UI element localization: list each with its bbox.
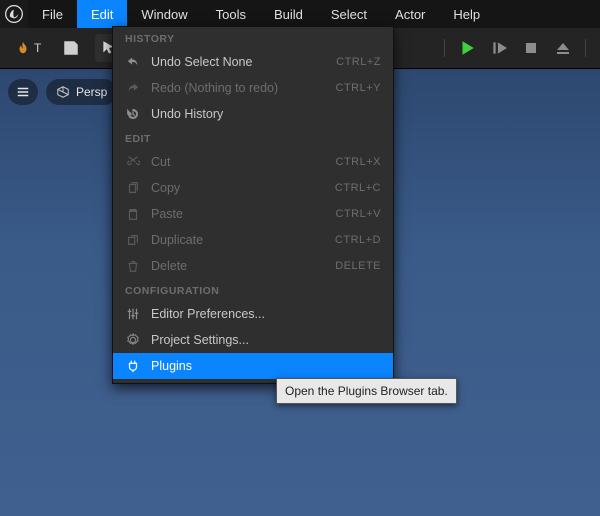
menu-item-project-settings[interactable]: Project Settings...: [113, 327, 393, 353]
stop-icon: [523, 40, 539, 56]
edit-menu-dropdown: HISTORY Undo Select None CTRL+Z Redo (Nothi…: [112, 26, 394, 384]
save-icon: [62, 39, 80, 57]
menu-item-label: Cut: [151, 155, 326, 169]
menu-item-paste: Paste CTRL+V: [113, 201, 393, 227]
duplicate-icon: [125, 232, 141, 248]
eject-icon: [555, 40, 571, 56]
cut-icon: [125, 154, 141, 170]
menu-build[interactable]: Build: [260, 0, 317, 28]
eject-button[interactable]: [549, 34, 577, 62]
menu-item-shortcut: CTRL+Z: [336, 56, 381, 68]
sliders-icon: [125, 306, 141, 322]
play-icon: [458, 39, 476, 57]
menu-window[interactable]: Window: [127, 0, 201, 28]
menu-item-plugins[interactable]: Plugins: [113, 353, 393, 379]
top-menu-bar: FileEditWindowToolsBuildSelectActorHelp: [0, 0, 600, 28]
play-button[interactable]: [453, 34, 481, 62]
step-icon: [490, 39, 508, 57]
menu-actor[interactable]: Actor: [381, 0, 439, 28]
menu-item-label: Undo Select None: [151, 55, 326, 69]
menu-item-label: Duplicate: [151, 233, 325, 247]
menu-item-shortcut: CTRL+C: [335, 182, 381, 194]
perspective-label: Persp: [76, 85, 107, 99]
menu-item-copy: Copy CTRL+C: [113, 175, 393, 201]
menu-item-label: Project Settings...: [151, 333, 371, 347]
menu-item-delete: Delete DELETE: [113, 253, 393, 279]
menu-item-label: Undo History: [151, 107, 371, 121]
unreal-logo: [0, 0, 28, 28]
menu-section-edit: EDIT: [113, 127, 393, 149]
hamburger-icon: [16, 85, 30, 99]
menu-item-shortcut: DELETE: [335, 260, 381, 272]
save-button[interactable]: [57, 34, 85, 62]
menu-item-label: Plugins: [151, 359, 371, 373]
menu-item-undo-history[interactable]: Undo History: [113, 101, 393, 127]
step-button[interactable]: [485, 34, 513, 62]
tooltip: Open the Plugins Browser tab.: [276, 378, 457, 404]
gear-icon: [125, 332, 141, 348]
delete-icon: [125, 258, 141, 274]
menu-item-shortcut: CTRL+V: [336, 208, 382, 220]
stop-button[interactable]: [517, 34, 545, 62]
menu-item-editor-preferences[interactable]: Editor Preferences...: [113, 301, 393, 327]
menu-edit[interactable]: Edit: [77, 0, 127, 28]
menu-item-label: Paste: [151, 207, 326, 221]
menu-item-undo-select-none[interactable]: Undo Select None CTRL+Z: [113, 49, 393, 75]
perspective-button[interactable]: Persp: [46, 79, 117, 105]
menu-item-label: Redo (Nothing to redo): [151, 81, 326, 95]
copy-icon: [125, 180, 141, 196]
menu-tools[interactable]: Tools: [202, 0, 260, 28]
viewport-menu-button[interactable]: [8, 79, 38, 105]
menu-select[interactable]: Select: [317, 0, 381, 28]
menu-file[interactable]: File: [28, 0, 77, 28]
ue-logo-icon: [4, 4, 24, 24]
toolbar-separator: [444, 39, 445, 57]
cube-icon: [56, 85, 70, 99]
menu-item-shortcut: CTRL+Y: [336, 82, 382, 94]
fire-icon: [16, 41, 30, 55]
plug-icon: [125, 358, 141, 374]
menu-section-configuration: CONFIGURATION: [113, 279, 393, 301]
redo-icon: [125, 80, 141, 96]
menu-item-shortcut: CTRL+X: [336, 156, 382, 168]
toolbar-separator: [585, 39, 586, 57]
paste-icon: [125, 206, 141, 222]
menu-item-redo-nothing-to-redo: Redo (Nothing to redo) CTRL+Y: [113, 75, 393, 101]
menu-item-label: Delete: [151, 259, 325, 273]
menu-item-label: Copy: [151, 181, 325, 195]
menu-item-label: Editor Preferences...: [151, 307, 371, 321]
menu-item-shortcut: CTRL+D: [335, 234, 381, 246]
menu-section-history: HISTORY: [113, 27, 393, 49]
main-menu: FileEditWindowToolsBuildSelectActorHelp: [28, 0, 494, 28]
menu-item-cut: Cut CTRL+X: [113, 149, 393, 175]
menu-help[interactable]: Help: [439, 0, 494, 28]
undo-icon: [125, 54, 141, 70]
history-icon: [125, 106, 141, 122]
level-tab[interactable]: T: [10, 41, 47, 55]
menu-item-duplicate: Duplicate CTRL+D: [113, 227, 393, 253]
